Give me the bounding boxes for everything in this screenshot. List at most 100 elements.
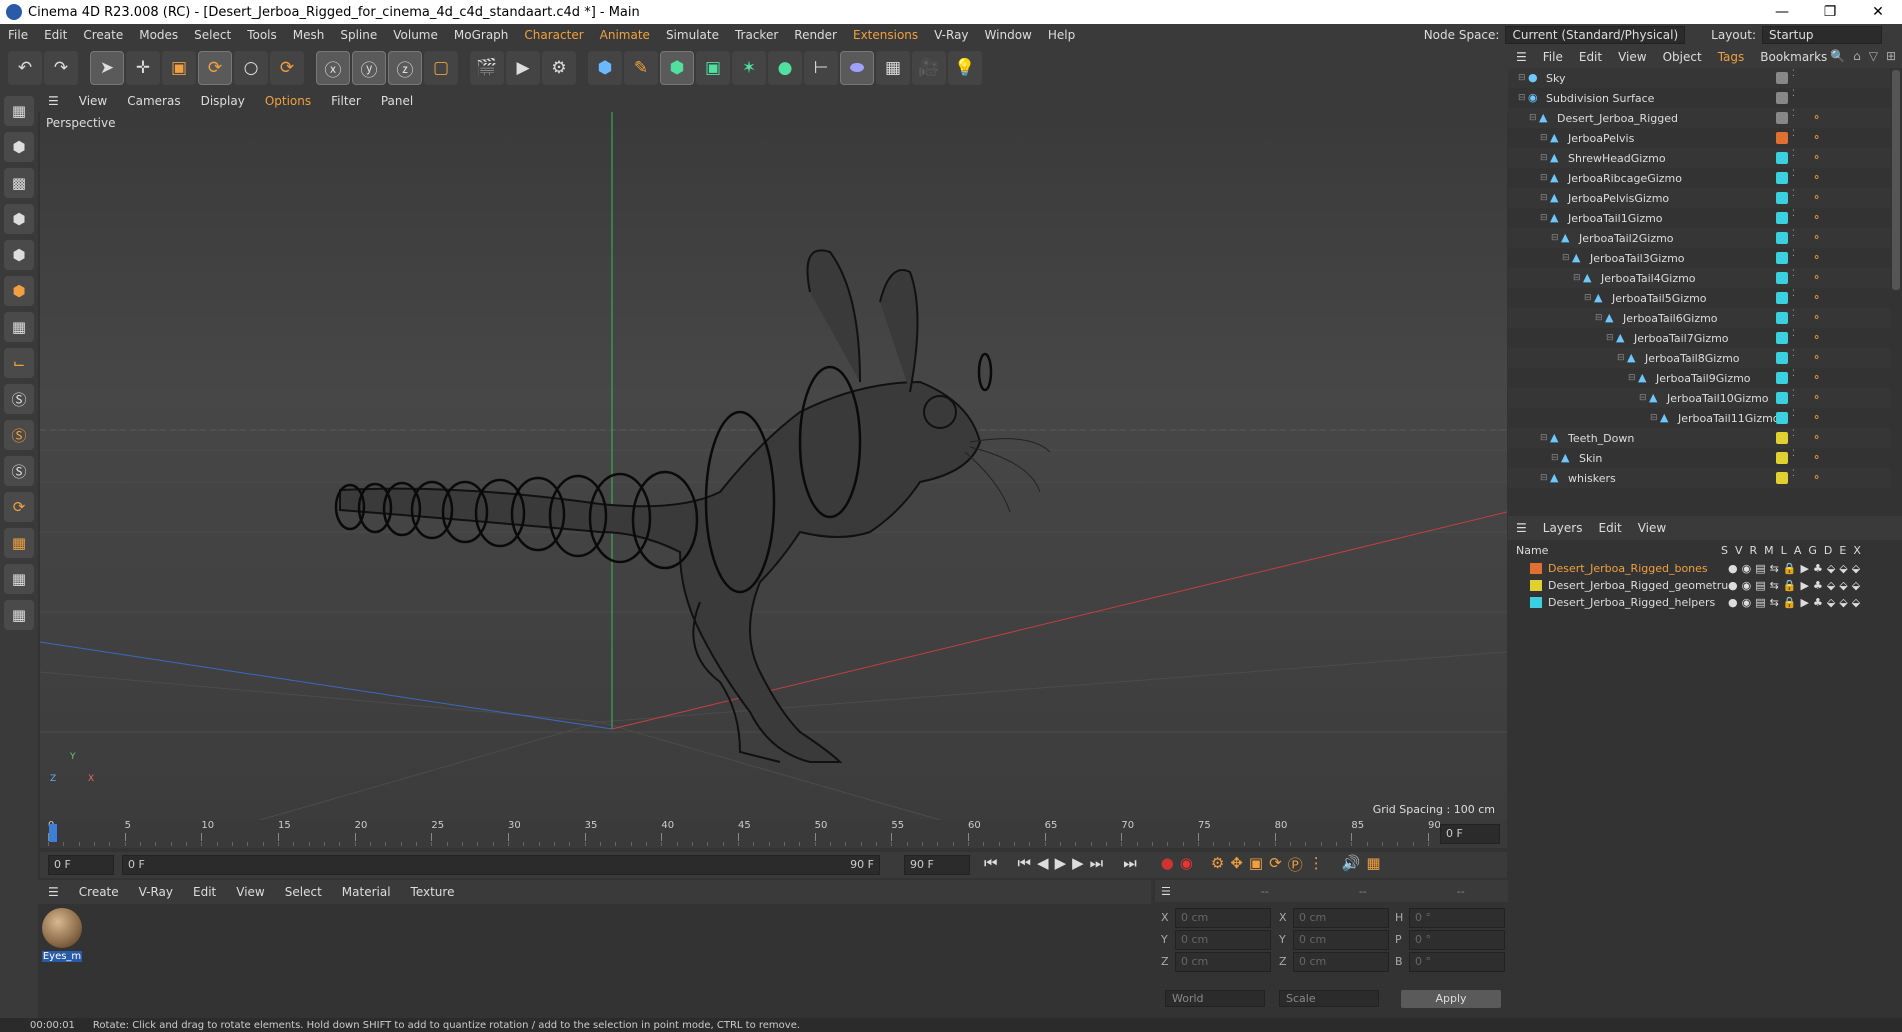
menu-create[interactable]: Create	[75, 24, 131, 46]
object-row[interactable]: ⊟ ▲ whiskers ⁚ ⚬	[1508, 468, 1890, 488]
visibility-dots-icon[interactable]: ⁚	[1792, 450, 1795, 459]
tag-icon[interactable]: ⚬	[1812, 471, 1821, 484]
tag-icon[interactable]: ⚬	[1812, 371, 1821, 384]
search-icon[interactable]: 🔍	[1830, 49, 1845, 63]
rotate-tool-icon[interactable]: ⟳	[198, 51, 232, 85]
start-frame-field[interactable]: 0 F	[48, 855, 114, 875]
object-row[interactable]: ⊟ ▲ JerboaTail9Gizmo ⁚ ⚬	[1508, 368, 1890, 388]
visibility-dots-icon[interactable]: ⁚	[1792, 370, 1795, 379]
prev-key-icon[interactable]: ⏮	[1018, 854, 1032, 875]
apply-button[interactable]: Apply	[1401, 990, 1501, 1008]
cloner-icon[interactable]: ✶	[732, 51, 766, 85]
material-menu-v-ray[interactable]: V-Ray	[129, 885, 183, 899]
next-frame-icon[interactable]: ▶	[1072, 854, 1084, 875]
subdivision-icon[interactable]: ⬢	[660, 51, 694, 85]
points-mode-icon[interactable]: ⬢	[4, 204, 34, 234]
coordinate-system-icon[interactable]: ▢	[424, 51, 458, 85]
tag-icon[interactable]: ⚬	[1812, 231, 1821, 244]
menu-tracker[interactable]: Tracker	[727, 24, 786, 46]
extrude-icon[interactable]: ▣	[696, 51, 730, 85]
object-row[interactable]: ⊟ ▲ JerboaPelvis ⁚ ⚬	[1508, 128, 1890, 148]
tag-icon[interactable]: ⚬	[1812, 131, 1821, 144]
key-scale-icon[interactable]: ▣	[1249, 854, 1263, 875]
expand-toggle-icon[interactable]: ⊟	[1540, 173, 1550, 183]
expand-toggle-icon[interactable]: ⊟	[1584, 293, 1594, 303]
object-menu-tags[interactable]: Tags	[1710, 50, 1753, 64]
z-axis-icon[interactable]: ⓩ	[388, 51, 422, 85]
expand-toggle-icon[interactable]: ⊟	[1573, 273, 1583, 283]
menu-edit[interactable]: Edit	[36, 24, 75, 46]
object-row[interactable]: ⊟ ▲ JerboaTail10Gizmo ⁚ ⚬	[1508, 388, 1890, 408]
tag-icon[interactable]: ⚬	[1812, 451, 1821, 464]
y-axis-icon[interactable]: ⓨ	[352, 51, 386, 85]
menu-animate[interactable]: Animate	[592, 24, 658, 46]
layer-color-swatch[interactable]	[1776, 192, 1788, 204]
menu-v-ray[interactable]: V-Ray	[926, 24, 976, 46]
layer-column-header[interactable]: S	[1721, 544, 1728, 557]
rotate-recent-icon[interactable]: ⟳	[270, 51, 304, 85]
material-menu-texture[interactable]: Texture	[401, 885, 465, 899]
layer-color-swatch[interactable]	[1776, 472, 1788, 484]
viewport-menu-icon[interactable]: ☰	[38, 94, 69, 108]
layer-column-header[interactable]: R	[1750, 544, 1758, 557]
edges-mode-icon[interactable]: ⬢	[4, 240, 34, 270]
menu-window[interactable]: Window	[977, 24, 1040, 46]
expand-toggle-icon[interactable]: ⊟	[1518, 73, 1528, 83]
planar-workplane-icon[interactable]: ▦	[4, 528, 34, 558]
layer-color-swatch[interactable]	[1776, 132, 1788, 144]
menu-render[interactable]: Render	[786, 24, 845, 46]
object-row[interactable]: ⊟ ▲ Teeth_Down ⁚ ⚬	[1508, 428, 1890, 448]
tag-icon[interactable]: ⚬	[1812, 391, 1821, 404]
expand-toggle-icon[interactable]: ⊟	[1540, 153, 1550, 163]
redo-icon[interactable]: ↷	[44, 51, 78, 85]
light-icon[interactable]: 💡	[948, 51, 982, 85]
axis-mode-icon[interactable]: ⌙	[4, 348, 34, 378]
layer-flag-icons[interactable]: ●◉▤⇆🔒▶♣⬙⬙⬙	[1728, 579, 1864, 592]
menu-modes[interactable]: Modes	[131, 24, 186, 46]
menu-spline[interactable]: Spline	[332, 24, 385, 46]
key-rotation-icon[interactable]: ⟳	[1269, 854, 1282, 875]
timeline-window-icon[interactable]: ▦	[1366, 854, 1380, 875]
make-editable-icon[interactable]: ▦	[4, 96, 34, 126]
layer-flag-icons[interactable]: ●◉▤⇆🔒▶♣⬙⬙⬙	[1728, 596, 1864, 609]
viewport-menu-options[interactable]: Options	[255, 94, 321, 108]
render-settings-icon[interactable]: ⚙	[542, 51, 576, 85]
coordinate-value-field[interactable]: 0 cm	[1293, 952, 1389, 972]
deformer-icon[interactable]: ⊢	[804, 51, 838, 85]
layer-column-header[interactable]: X	[1853, 544, 1861, 557]
pen-icon[interactable]: ✎	[624, 51, 658, 85]
polygons-mode-icon[interactable]: ⬢	[4, 276, 34, 306]
render-view-icon[interactable]: ▶	[506, 51, 540, 85]
coordinate-value-field[interactable]: 0 cm	[1293, 930, 1389, 950]
object-row[interactable]: ⊟ ● Sky ⁚	[1508, 68, 1890, 88]
visibility-dots-icon[interactable]: ⁚	[1792, 70, 1795, 79]
autokey-icon[interactable]: ◉	[1180, 854, 1193, 875]
coordinate-value-field[interactable]: 0 cm	[1175, 952, 1271, 972]
layer-color-swatch[interactable]	[1530, 597, 1542, 608]
visibility-dots-icon[interactable]: ⁚	[1792, 130, 1795, 139]
layer-row[interactable]: Desert_Jerboa_Rigged_bones ●◉▤⇆🔒▶♣⬙⬙⬙	[1508, 560, 1902, 577]
model-mode-icon[interactable]: ⬢	[4, 132, 34, 162]
tag-icon[interactable]: ⚬	[1812, 111, 1821, 124]
layer-color-swatch[interactable]	[1776, 332, 1788, 344]
visibility-dots-icon[interactable]: ⁚	[1792, 310, 1795, 319]
visibility-dots-icon[interactable]: ⁚	[1792, 410, 1795, 419]
tag-icon[interactable]: ⚬	[1812, 191, 1821, 204]
expand-toggle-icon[interactable]: ⊟	[1650, 413, 1660, 423]
object-row[interactable]: ⊟ ▲ JerboaRibcageGizmo ⁚ ⚬	[1508, 168, 1890, 188]
material-menu-material[interactable]: Material	[332, 885, 401, 899]
tag-icon[interactable]: ⚬	[1812, 271, 1821, 284]
minimize-icon[interactable]: —	[1758, 0, 1806, 24]
layer-color-swatch[interactable]	[1776, 372, 1788, 384]
visibility-dots-icon[interactable]: ⁚	[1792, 250, 1795, 259]
menu-mesh[interactable]: Mesh	[285, 24, 333, 46]
tag-icon[interactable]: ⚬	[1812, 331, 1821, 344]
goto-start-icon[interactable]: ⏮	[984, 854, 998, 875]
object-row[interactable]: ⊟ ▲ JerboaTail6Gizmo ⁚ ⚬	[1508, 308, 1890, 328]
object-row[interactable]: ⊟ ▲ JerboaTail7Gizmo ⁚ ⚬	[1508, 328, 1890, 348]
material-eyes[interactable]: Eyes_m	[42, 908, 82, 964]
snap-settings-icon[interactable]: Ⓢ	[4, 420, 34, 450]
coordinate-value-field[interactable]: 0 cm	[1175, 908, 1271, 928]
object-menu-icon[interactable]: ☰	[1508, 50, 1535, 64]
object-row[interactable]: ⊟ ▲ JerboaTail4Gizmo ⁚ ⚬	[1508, 268, 1890, 288]
